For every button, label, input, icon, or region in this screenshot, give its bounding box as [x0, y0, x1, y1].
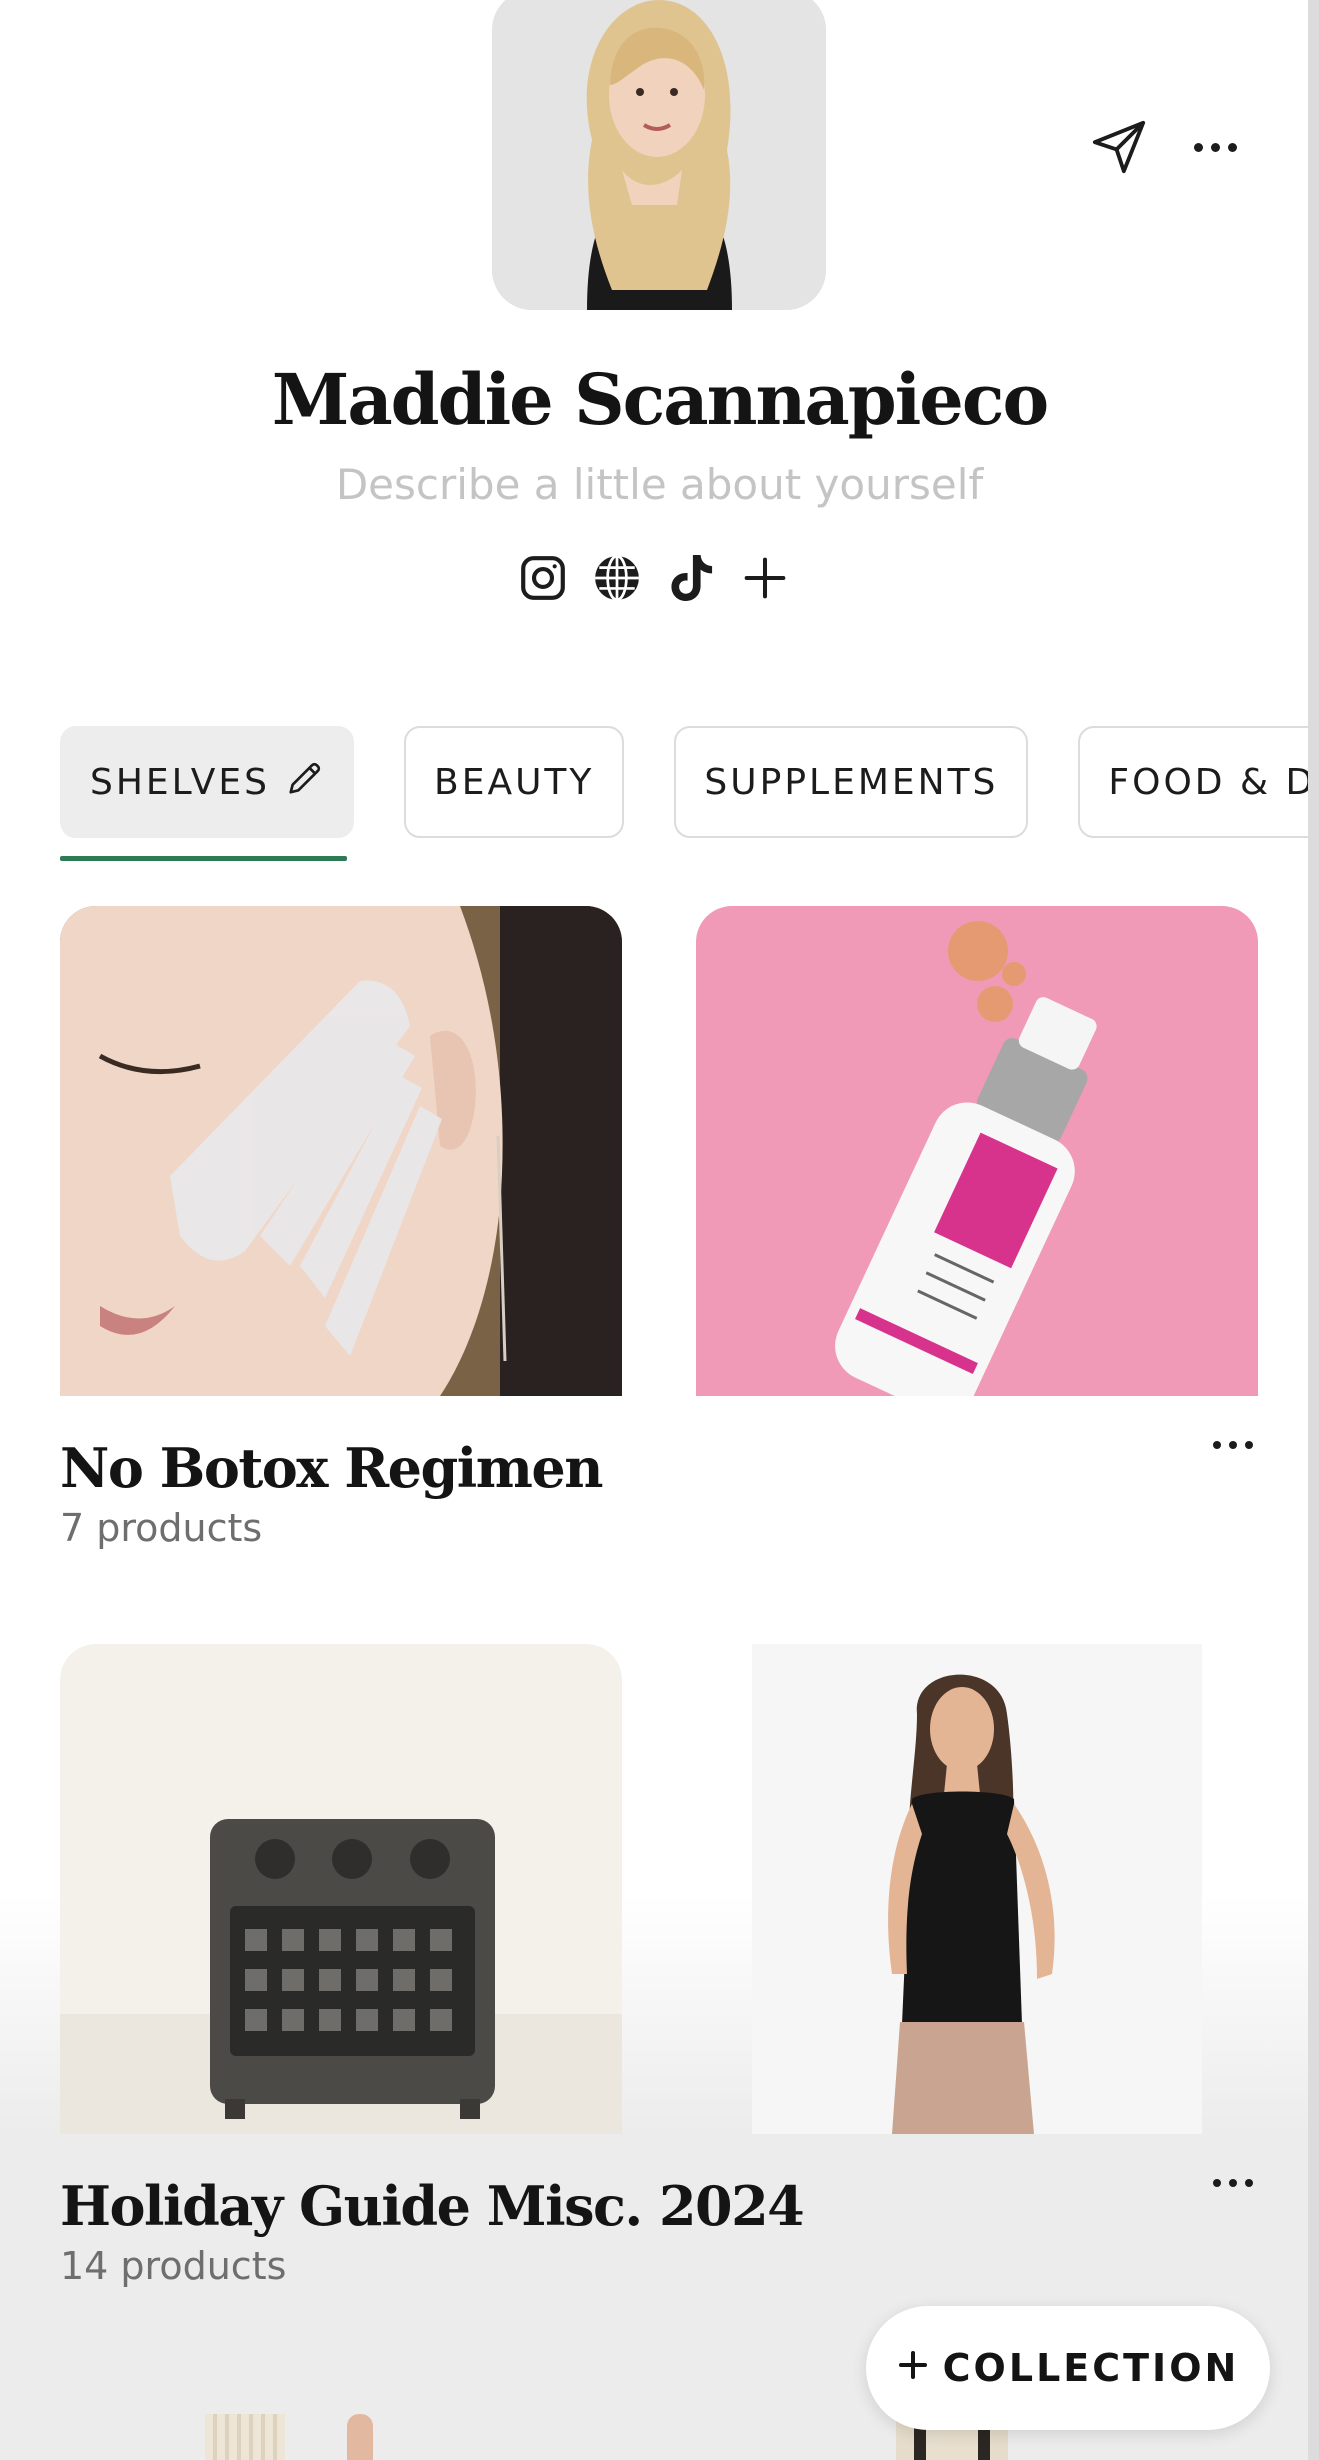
tab-supplements[interactable]: SUPPLEMENTS	[674, 726, 1029, 838]
collection-title: No Botox Regimen	[60, 1436, 604, 1500]
add-collection-button[interactable]: COLLECTION	[866, 2306, 1270, 2430]
collection-count: 7 products	[60, 1506, 263, 1550]
profile-name: Maddie Scannapieco	[271, 358, 1049, 441]
tab-food-drink[interactable]: FOOD & DR	[1078, 726, 1319, 838]
pencil-icon[interactable]	[286, 759, 324, 806]
tab-label: SUPPLEMENTS	[704, 761, 999, 803]
avatar[interactable]	[492, 0, 826, 310]
collection-card[interactable]: No Botox Regimen 7 products	[0, 906, 1308, 1556]
bio-field[interactable]: Describe a little about yourself	[0, 460, 1319, 509]
product-image	[60, 1644, 622, 2134]
collection-more-icon[interactable]	[1198, 2158, 1268, 2208]
product-image	[696, 906, 1258, 1396]
send-icon[interactable]	[1084, 112, 1154, 182]
product-image	[60, 906, 622, 1396]
collection-title: Holiday Guide Misc. 2024	[60, 2174, 805, 2238]
product-image	[347, 2414, 373, 2460]
tab-beauty[interactable]: BEAUTY	[404, 726, 625, 838]
active-tab-indicator	[60, 856, 347, 861]
tab-label: BEAUTY	[434, 761, 595, 803]
social-links	[518, 550, 790, 606]
product-image	[205, 2414, 285, 2460]
collection-more-icon[interactable]	[1198, 1420, 1268, 1470]
more-icon[interactable]	[1180, 112, 1250, 182]
product-image	[752, 1644, 1202, 2134]
tab-label: SHELVES	[90, 761, 270, 803]
avatar-photo	[492, 0, 826, 310]
plus-icon	[897, 2346, 929, 2390]
tab-shelves[interactable]: SHELVES	[60, 726, 354, 838]
tab-bar: SHELVES BEAUTY SUPPLEMENTS FOOD & DR	[60, 726, 1319, 838]
add-social-plus-icon[interactable]	[740, 550, 790, 606]
collection-count: 14 products	[60, 2244, 287, 2288]
globe-icon[interactable]	[592, 550, 642, 606]
tiktok-icon[interactable]	[666, 550, 716, 606]
tab-label: FOOD & DR	[1108, 761, 1319, 803]
scrollbar-track	[1308, 0, 1319, 2460]
instagram-icon[interactable]	[518, 550, 568, 606]
add-collection-label: COLLECTION	[942, 2346, 1240, 2390]
